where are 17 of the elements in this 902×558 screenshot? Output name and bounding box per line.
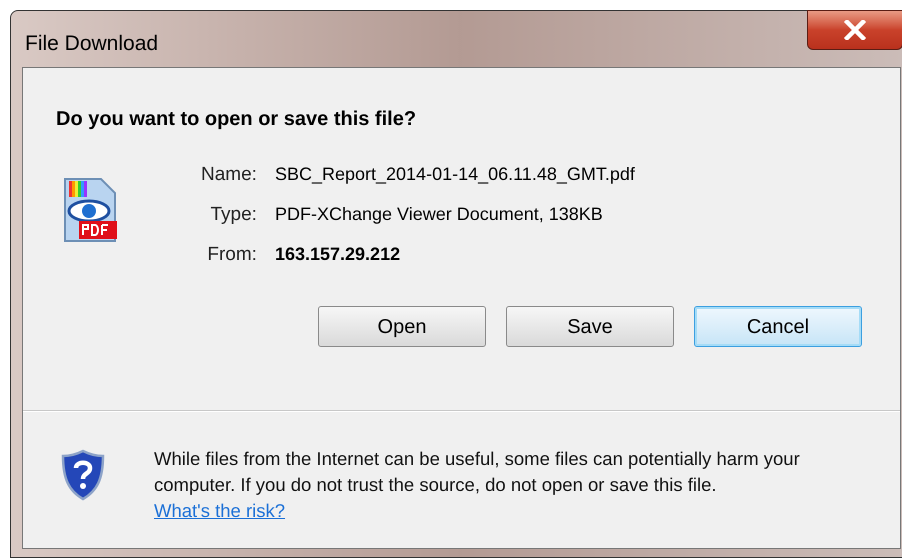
dialog-button[interactable]: Open (318, 306, 486, 347)
pdf-file-icon (61, 177, 119, 245)
field-value: 163.157.29.212 (274, 243, 402, 266)
field-value: PDF-XChange Viewer Document, 138KB (274, 203, 604, 226)
warning-text: While files from the Internet can be useful, some files can potentially harm your computer. If you do not trust the source, do not open or save this file. (154, 447, 801, 497)
field-label: Type: (209, 203, 257, 227)
risk-link[interactable]: What's the risk? (154, 500, 286, 521)
dialog-button[interactable]: Cancel (694, 306, 862, 347)
field-value: SBC_Report_2014-01-14_06.11.48_GMT.pdf (274, 163, 635, 186)
window-title: File Download (25, 31, 158, 57)
close-icon (844, 20, 866, 40)
shield-question-icon (61, 449, 105, 501)
close-button[interactable] (807, 10, 902, 50)
field-label: From: (206, 243, 257, 267)
dialog-question: Do you want to open or save this file? (56, 107, 418, 132)
field-label: Name: (201, 163, 257, 187)
dialog-button[interactable]: Save (506, 306, 674, 347)
